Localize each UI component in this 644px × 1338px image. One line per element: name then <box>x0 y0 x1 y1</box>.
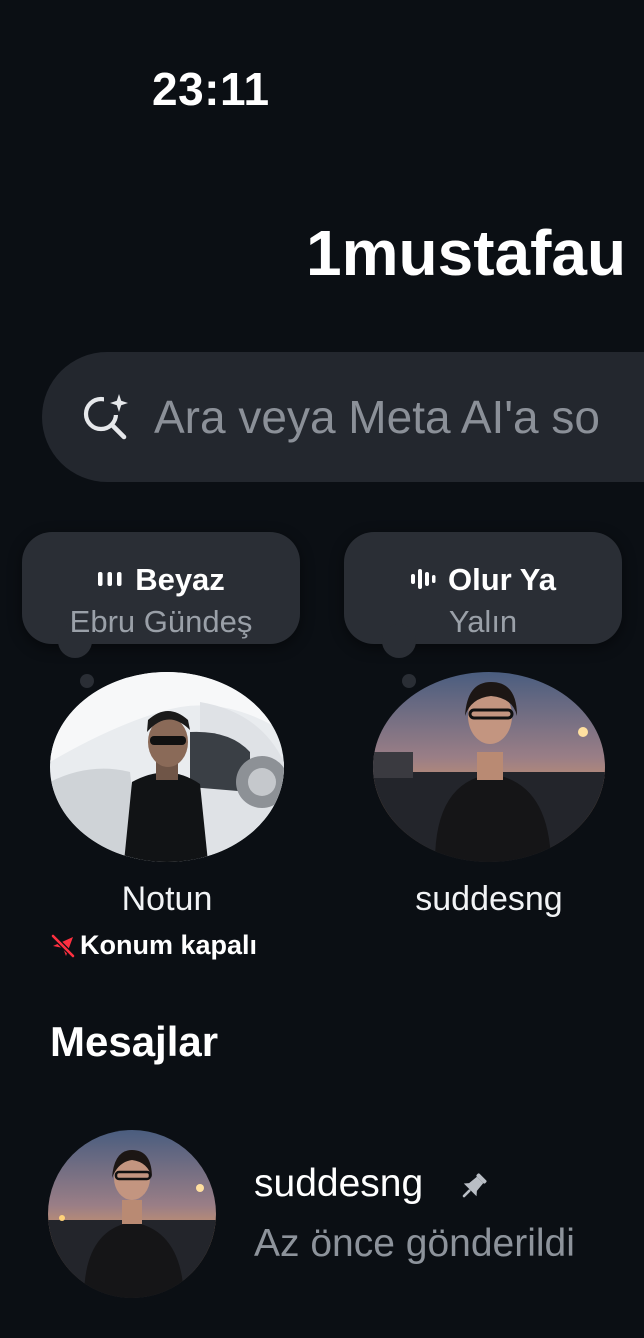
note-bubble-friend[interactable]: Olur Ya Yalın <box>344 532 622 688</box>
avatar-photo <box>50 672 284 862</box>
friend-username-label: suddesng <box>415 880 563 918</box>
message-status-text: Az önce gönderildi <box>254 1222 575 1265</box>
search-bar[interactable]: Ara veya Meta AI'a so <box>42 352 644 482</box>
message-sender-name[interactable]: suddesng <box>254 1162 423 1206</box>
note-artist: Ebru Gündeş <box>69 604 253 639</box>
messages-section-title: Mesajlar <box>50 1018 219 1065</box>
note-bubble-own[interactable]: Beyaz Ebru Gündeş <box>22 532 300 688</box>
audio-wave-icon <box>411 568 436 589</box>
pin-icon <box>462 1173 487 1198</box>
note-song-title: Olur Ya <box>448 562 556 597</box>
own-avatar[interactable] <box>50 672 284 862</box>
friend-avatar-suddesng[interactable] <box>373 672 605 862</box>
note-owner-label: Notun <box>121 880 213 918</box>
location-status-text: Konum kapalı <box>80 930 258 960</box>
direct-messages-screen: 23:11 1mustafau Ara veya Meta AI'a so Be… <box>0 0 644 1338</box>
location-off-icon <box>51 933 75 958</box>
audio-bars-icon <box>98 571 122 586</box>
note-song-title: Beyaz <box>135 562 225 597</box>
avatar-photo <box>48 1130 216 1298</box>
message-avatar[interactable] <box>48 1130 216 1298</box>
note-artist: Yalın <box>448 604 518 639</box>
account-username[interactable]: 1mustafau <box>306 216 626 290</box>
search-input[interactable]: Ara veya Meta AI'a so <box>154 390 600 444</box>
meta-ai-search-icon <box>83 393 132 440</box>
location-status[interactable]: Konum kapalı <box>50 930 257 961</box>
status-bar-time: 23:11 <box>152 63 270 115</box>
avatar-photo <box>373 672 605 862</box>
